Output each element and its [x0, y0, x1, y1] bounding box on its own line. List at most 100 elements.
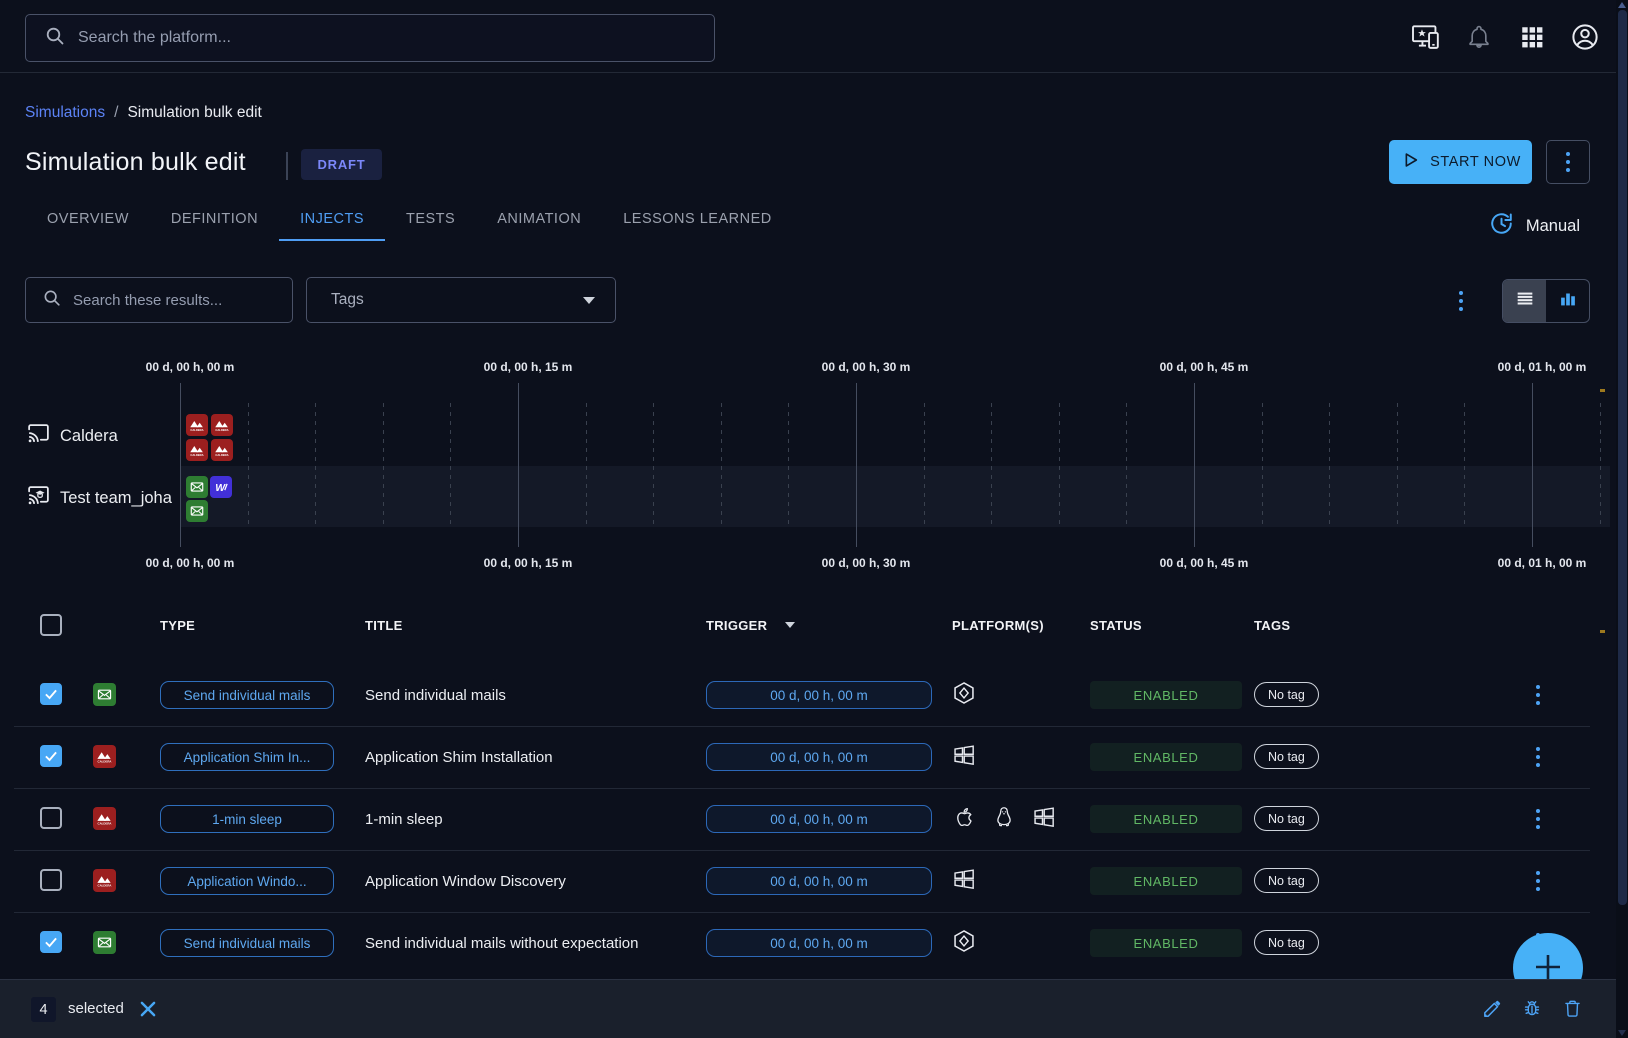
search-icon — [44, 25, 66, 52]
notifications-bell-icon[interactable] — [1464, 22, 1494, 52]
inject-type-chip[interactable]: Send individual mails — [160, 681, 334, 709]
clear-selection-button[interactable] — [138, 999, 158, 1019]
inject-type-chip[interactable]: 1-min sleep — [160, 805, 334, 833]
caldera-inject-icon[interactable]: CALDERA — [211, 439, 233, 461]
platform-search[interactable] — [25, 14, 715, 62]
column-header-status[interactable]: STATUS — [1090, 618, 1142, 633]
account-circle-icon[interactable] — [1570, 22, 1600, 52]
tag-chip[interactable]: No tag — [1254, 868, 1319, 893]
status-badge: ENABLED — [1090, 929, 1242, 957]
tab-animation[interactable]: ANIMATION — [476, 197, 602, 241]
tag-chip[interactable]: No tag — [1254, 744, 1319, 769]
tab-overview[interactable]: OVERVIEW — [26, 197, 150, 241]
filter-kebab-button[interactable] — [1450, 288, 1472, 314]
vertical-scrollbar[interactable] — [1616, 0, 1628, 1038]
status-badge: ENABLED — [1090, 681, 1242, 709]
scrollbar-thumb[interactable] — [1618, 10, 1627, 905]
trigger-chip[interactable]: 00 d, 00 h, 00 m — [706, 867, 932, 895]
tab-injects[interactable]: INJECTS — [279, 197, 385, 241]
column-header-tags[interactable]: TAGS — [1254, 618, 1290, 633]
status-badge: DRAFT — [301, 149, 382, 180]
table-row[interactable]: CALDERA Application Shim In... Applicati… — [0, 726, 1628, 788]
media-inject-icon[interactable]: W — [210, 476, 232, 498]
tick-label: 00 d, 01 h, 00 m — [1498, 360, 1587, 374]
breadcrumb-current: Simulation bulk edit — [127, 104, 261, 122]
row-checkbox[interactable] — [40, 931, 62, 953]
inject-title: Application Shim Installation — [365, 726, 553, 788]
table-row[interactable]: Send individual mails Send individual ma… — [0, 664, 1628, 726]
timeline-row-team[interactable]: Test team_joha — [26, 485, 179, 511]
trigger-chip[interactable]: 00 d, 00 h, 00 m — [706, 929, 932, 957]
timeline-ticks-top: 00 d, 00 h, 00 m 00 d, 00 h, 15 m 00 d, … — [0, 360, 1628, 376]
status-badge: ENABLED — [1090, 805, 1242, 833]
row-kebab-button[interactable] — [1528, 682, 1548, 708]
table-row[interactable]: Send individual mails Send individual ma… — [0, 912, 1628, 974]
caldera-inject-icon[interactable]: CALDERA — [186, 439, 208, 461]
start-now-button[interactable]: START NOW — [1389, 140, 1532, 184]
selected-label: selected — [68, 1000, 124, 1017]
breadcrumb-simulations-link[interactable]: Simulations — [25, 104, 105, 122]
inject-type-chip[interactable]: Application Shim In... — [160, 743, 334, 771]
trigger-chip[interactable]: 00 d, 00 h, 00 m — [706, 805, 932, 833]
caldera-inject-icon[interactable]: CALDERA — [211, 414, 233, 436]
edit-pencil-button[interactable] — [1480, 996, 1504, 1020]
tag-chip[interactable]: No tag — [1254, 682, 1319, 707]
tab-lessons-learned[interactable]: LESSONS LEARNED — [602, 197, 793, 241]
tick-label: 00 d, 00 h, 00 m — [146, 360, 235, 374]
apps-grid-icon[interactable] — [1517, 22, 1547, 52]
results-search-input[interactable] — [73, 292, 292, 309]
trigger-chip[interactable]: 00 d, 00 h, 00 m — [706, 681, 932, 709]
internal-platform-icon — [952, 929, 976, 958]
column-header-type[interactable]: TYPE — [160, 618, 195, 633]
svg-text:CALDERA: CALDERA — [98, 884, 112, 888]
inject-type-chip[interactable]: Application Windo... — [160, 867, 334, 895]
header-kebab-button[interactable] — [1546, 140, 1590, 184]
scrollbar-up-arrow[interactable] — [1618, 2, 1626, 8]
row-kebab-button[interactable] — [1528, 868, 1548, 894]
table-row[interactable]: CALDERA 1-min sleep 1-min sleep 00 d, 00… — [0, 788, 1628, 850]
table-row[interactable]: CALDERA Application Windo... Application… — [0, 850, 1628, 912]
update-mode-label: Manual — [1526, 217, 1580, 236]
caldera-inject-icon[interactable]: CALDERA — [186, 414, 208, 436]
important-devices-icon[interactable] — [1411, 22, 1441, 52]
platforms-cell — [952, 726, 976, 788]
row-kebab-button[interactable] — [1528, 806, 1548, 832]
row-checkbox[interactable] — [40, 869, 62, 891]
column-header-title[interactable]: TITLE — [365, 618, 403, 633]
inject-title: Send individual mails without expectatio… — [365, 912, 639, 974]
chart-view-button[interactable] — [1546, 280, 1589, 322]
update-mode-control[interactable]: Manual — [1489, 211, 1580, 241]
timeline-row-caldera[interactable]: Caldera — [26, 423, 179, 449]
tab-tests[interactable]: TESTS — [385, 197, 476, 241]
select-all-checkbox[interactable] — [40, 614, 62, 636]
tags-filter-select[interactable]: Tags — [306, 277, 616, 323]
list-view-button[interactable] — [1503, 280, 1546, 322]
view-toggle — [1502, 279, 1590, 323]
tag-chip[interactable]: No tag — [1254, 930, 1319, 955]
bug-test-button[interactable] — [1520, 996, 1544, 1020]
tab-definition[interactable]: DEFINITION — [150, 197, 279, 241]
email-inject-icon[interactable] — [186, 476, 208, 498]
inject-type-chip[interactable]: Send individual mails — [160, 929, 334, 957]
email-inject-icon[interactable] — [186, 500, 208, 522]
svg-text:CALDERA: CALDERA — [190, 428, 203, 432]
tick-label: 00 d, 00 h, 15 m — [484, 360, 573, 374]
svg-text:CALDERA: CALDERA — [98, 760, 112, 764]
tag-chip[interactable]: No tag — [1254, 806, 1319, 831]
column-header-platforms[interactable]: PLATFORM(S) — [952, 618, 1044, 633]
row-checkbox[interactable] — [40, 745, 62, 767]
sort-arrow-icon[interactable] — [785, 622, 795, 628]
results-search[interactable] — [25, 277, 293, 323]
platforms-cell — [952, 788, 1056, 850]
tick-label: 00 d, 00 h, 30 m — [822, 360, 911, 374]
column-header-trigger[interactable]: TRIGGER — [706, 618, 767, 633]
scrollbar-down-arrow[interactable] — [1618, 1030, 1626, 1036]
linux-platform-icon — [992, 805, 1016, 834]
row-kebab-button[interactable] — [1528, 744, 1548, 770]
platform-search-input[interactable] — [78, 29, 714, 47]
row-checkbox[interactable] — [40, 807, 62, 829]
tick-label: 00 d, 00 h, 30 m — [822, 556, 911, 570]
delete-trash-button[interactable] — [1560, 996, 1584, 1020]
trigger-chip[interactable]: 00 d, 00 h, 00 m — [706, 743, 932, 771]
row-checkbox[interactable] — [40, 683, 62, 705]
